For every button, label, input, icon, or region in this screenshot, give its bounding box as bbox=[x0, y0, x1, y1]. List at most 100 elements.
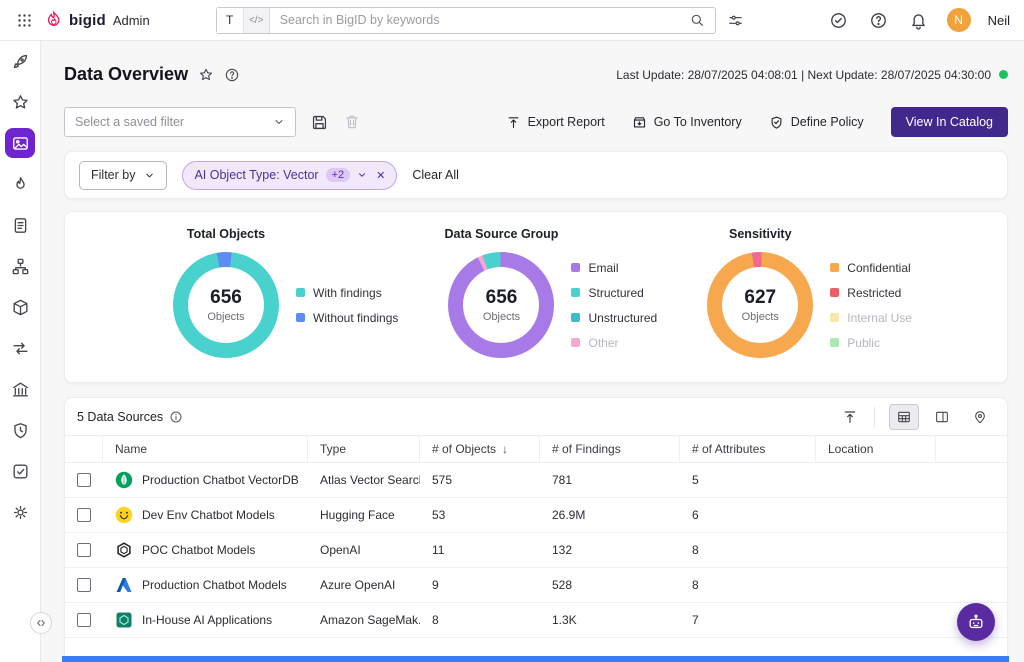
topbar: bigid Admin T </> N bbox=[0, 0, 1024, 41]
shield-icon bbox=[769, 115, 784, 130]
legend-swatch bbox=[296, 313, 305, 322]
filter-chip-ai-object-type[interactable]: AI Object Type: Vector +2 ✕ bbox=[182, 161, 397, 190]
column-header[interactable]: # of Findings bbox=[540, 436, 680, 462]
findings-count: 781 bbox=[540, 473, 680, 487]
status-check-icon[interactable] bbox=[827, 9, 850, 32]
legend-item[interactable]: Internal Use bbox=[830, 311, 912, 325]
row-checkbox[interactable] bbox=[77, 543, 91, 557]
donut-sensitivity: 627 Objects bbox=[707, 252, 813, 358]
row-checkbox[interactable] bbox=[77, 508, 91, 522]
star-icon bbox=[11, 93, 30, 112]
go-to-inventory-button[interactable]: Go To Inventory bbox=[632, 115, 742, 130]
table-row[interactable]: Production Chatbot Models Azure OpenAI 9… bbox=[65, 568, 1007, 603]
column-header[interactable]: Location bbox=[816, 436, 936, 462]
sidebar-item-data-flows[interactable] bbox=[5, 333, 35, 363]
legend-item[interactable]: Restricted bbox=[830, 286, 912, 300]
app-launcher-icon[interactable] bbox=[14, 10, 35, 31]
main-content: Data Overview Last Update: 28/07/2025 04… bbox=[41, 41, 1024, 662]
notifications-bell-icon[interactable] bbox=[907, 9, 930, 32]
ai-assistant-fab[interactable] bbox=[957, 603, 995, 641]
datasource-type: Amazon SageMak... bbox=[308, 613, 420, 627]
query-search-toggle[interactable]: </> bbox=[243, 8, 269, 33]
datasource-type: Azure OpenAI bbox=[308, 578, 420, 592]
sidebar-collapse-button[interactable] bbox=[30, 612, 52, 634]
sidebar-item-reports[interactable] bbox=[5, 210, 35, 240]
table-row[interactable]: POC Chatbot Models OpenAI 11 132 8 bbox=[65, 533, 1007, 568]
sidebar-item-settings[interactable] bbox=[5, 497, 35, 527]
text-search-toggle[interactable]: T bbox=[217, 8, 243, 33]
page-help-icon[interactable] bbox=[224, 67, 240, 83]
info-icon bbox=[169, 410, 183, 424]
datasource-name: Production Chatbot Models bbox=[142, 578, 287, 592]
search-mode-toggles: T </> bbox=[217, 8, 270, 33]
swap-arrows-icon bbox=[11, 339, 30, 358]
attributes-count: 8 bbox=[680, 578, 816, 592]
legend-swatch bbox=[830, 288, 839, 297]
column-header[interactable]: # of Objects↓ bbox=[420, 436, 540, 462]
map-view-toggle[interactable] bbox=[965, 404, 995, 430]
overview-image-icon bbox=[11, 134, 30, 153]
legend-swatch bbox=[571, 288, 580, 297]
user-avatar[interactable]: N bbox=[947, 8, 971, 32]
legend-item[interactable]: Confidential bbox=[830, 261, 912, 275]
card-view-toggle[interactable] bbox=[927, 404, 957, 430]
datasource-type: OpenAI bbox=[308, 543, 420, 557]
saved-filter-select[interactable]: Select a saved filter bbox=[64, 107, 296, 137]
chip-close-icon[interactable]: ✕ bbox=[376, 169, 385, 182]
search-input[interactable] bbox=[270, 13, 687, 27]
sidebar-item-compliance[interactable] bbox=[5, 415, 35, 445]
table-export-icon[interactable] bbox=[840, 407, 860, 427]
help-icon[interactable] bbox=[867, 9, 890, 32]
row-checkbox[interactable] bbox=[77, 578, 91, 592]
brand-logo[interactable]: bigid Admin bbox=[45, 10, 150, 30]
table-row[interactable]: Production Chatbot VectorDB Atlas Vector… bbox=[65, 463, 1007, 498]
donut-data-source-group: 656 Objects bbox=[448, 252, 554, 358]
actions-toolbar: Select a saved filter Export Report Go T… bbox=[64, 107, 1008, 137]
sidebar-item-classification[interactable] bbox=[5, 251, 35, 281]
sidebar-item-getting-started[interactable] bbox=[5, 46, 35, 76]
table-row[interactable]: Dev Env Chatbot Models Hugging Face 53 2… bbox=[65, 498, 1007, 533]
define-policy-button[interactable]: Define Policy bbox=[769, 115, 864, 130]
sidebar-item-data-overview[interactable] bbox=[5, 128, 35, 158]
legend-item[interactable]: Structured bbox=[571, 286, 657, 300]
view-in-catalog-button[interactable]: View In Catalog bbox=[891, 107, 1008, 137]
chip-extra-count: +2 bbox=[326, 168, 351, 182]
delete-filter-trash-icon[interactable] bbox=[343, 113, 361, 131]
column-header[interactable] bbox=[936, 436, 1007, 462]
favorite-star-icon[interactable] bbox=[198, 67, 214, 83]
save-filter-icon[interactable] bbox=[310, 113, 329, 132]
table-view-toggle[interactable] bbox=[889, 404, 919, 430]
export-report-button[interactable]: Export Report bbox=[506, 115, 605, 130]
sidebar-item-risk[interactable] bbox=[5, 169, 35, 199]
sidebar-item-favorites[interactable] bbox=[5, 87, 35, 117]
datasource-type: Hugging Face bbox=[308, 508, 420, 522]
column-header[interactable]: Type bbox=[308, 436, 420, 462]
user-name: Neil bbox=[988, 13, 1010, 28]
sidebar-item-tasks[interactable] bbox=[5, 456, 35, 486]
row-checkbox[interactable] bbox=[77, 473, 91, 487]
table-row[interactable]: In-House AI Applications Amazon SageMak.… bbox=[65, 603, 1007, 638]
update-status-text: Last Update: 28/07/2025 04:08:01 | Next … bbox=[616, 68, 991, 82]
datasource-icon bbox=[115, 576, 133, 594]
search-icon[interactable] bbox=[687, 10, 707, 30]
legend-item[interactable]: Other bbox=[571, 336, 657, 350]
legend-item[interactable]: Without findings bbox=[296, 311, 398, 325]
row-checkbox[interactable] bbox=[77, 613, 91, 627]
attributes-count: 6 bbox=[680, 508, 816, 522]
sidebar-item-catalog[interactable] bbox=[5, 292, 35, 322]
chevron-down-icon bbox=[357, 170, 367, 180]
legend-item[interactable]: Email bbox=[571, 261, 657, 275]
table-body: Production Chatbot VectorDB Atlas Vector… bbox=[65, 463, 1007, 638]
legend-item[interactable]: Unstructured bbox=[571, 311, 657, 325]
column-header[interactable]: # of Attributes bbox=[680, 436, 816, 462]
datasource-name: Dev Env Chatbot Models bbox=[142, 508, 275, 522]
attributes-count: 7 bbox=[680, 613, 816, 627]
datasource-name: Production Chatbot VectorDB bbox=[142, 473, 299, 487]
search-settings-icon[interactable] bbox=[725, 10, 746, 31]
clear-all-button[interactable]: Clear All bbox=[412, 168, 459, 182]
legend-item[interactable]: Public bbox=[830, 336, 912, 350]
column-header[interactable]: Name bbox=[103, 436, 308, 462]
filter-by-dropdown[interactable]: Filter by bbox=[79, 161, 167, 190]
legend-item[interactable]: With findings bbox=[296, 286, 398, 300]
sidebar-item-applications[interactable] bbox=[5, 374, 35, 404]
